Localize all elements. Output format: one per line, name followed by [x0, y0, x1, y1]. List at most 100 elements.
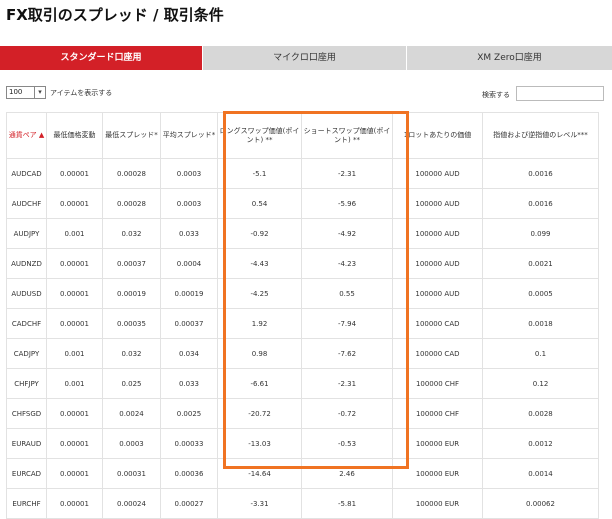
cell-avg-spread: 0.00036 — [160, 458, 218, 489]
table-row: AUDUSD 0.00001 0.00019 0.00019 -4.25 0.55 1000… — [6, 278, 599, 309]
cell-min-price-change: 0.001 — [46, 218, 103, 249]
cell-short-swap: -5.96 — [301, 188, 393, 219]
tab-micro-account[interactable]: マイクロ口座用 — [203, 46, 407, 70]
cell-long-swap: -13.03 — [217, 428, 302, 459]
cell-min-price-change: 0.001 — [46, 338, 103, 369]
table-row: AUDCHF 0.00001 0.00028 0.0003 0.54 -5.96 10000… — [6, 188, 599, 219]
cell-avg-spread: 0.0003 — [160, 188, 218, 219]
cell-avg-spread: 0.0003 — [160, 158, 218, 189]
column-header-short-swap[interactable]: ショートスワップ価値(ポイント) ** — [301, 112, 393, 159]
cell-long-swap: -4.43 — [217, 248, 302, 279]
search-input[interactable] — [516, 86, 604, 101]
cell-min-price-change: 0.00001 — [46, 398, 103, 429]
table-row: CHFSGD 0.00001 0.0024 0.0025 -20.72 -0.72 1000… — [6, 398, 599, 429]
cell-avg-spread: 0.034 — [160, 338, 218, 369]
cell-min-spread: 0.00028 — [102, 188, 161, 219]
cell-min-spread: 0.032 — [102, 218, 161, 249]
cell-avg-spread: 0.00033 — [160, 428, 218, 459]
cell-order-level: 0.12 — [482, 368, 599, 399]
column-header-long-swap[interactable]: ロングスワップ価値(ポイント) ** — [217, 112, 302, 159]
chevron-down-icon[interactable]: ▾ — [34, 87, 45, 98]
table-row: AUDCAD 0.00001 0.00028 0.0003 -5.1 -2.31 10000… — [6, 158, 599, 189]
column-header-lot-value[interactable]: 1ロットあたりの価値 — [392, 112, 483, 159]
cell-avg-spread: 0.00019 — [160, 278, 218, 309]
cell-short-swap: -7.94 — [301, 308, 393, 339]
page-title: FX取引のスプレッド / 取引条件 — [6, 6, 224, 24]
cell-lot-value: 100000 CHF — [392, 398, 483, 429]
cell-min-spread: 0.0024 — [102, 398, 161, 429]
cell-min-price-change: 0.00001 — [46, 158, 103, 189]
cell-currency-pair: AUDNZD — [6, 248, 47, 279]
cell-avg-spread: 0.0025 — [160, 398, 218, 429]
cell-order-level: 0.099 — [482, 218, 599, 249]
tab-standard-account[interactable]: スタンダード口座用 — [0, 46, 203, 70]
table-row: CADJPY 0.001 0.032 0.034 0.98 -7.62 100000 CAD… — [6, 338, 599, 369]
cell-min-spread: 0.00024 — [102, 488, 161, 519]
account-type-tabs: スタンダード口座用 マイクロ口座用 XM Zero口座用 — [0, 46, 612, 70]
cell-avg-spread: 0.033 — [160, 368, 218, 399]
table-row: EURAUD 0.00001 0.0003 0.00033 -13.03 -0.53 100… — [6, 428, 599, 459]
table-row: AUDJPY 0.001 0.032 0.033 -0.92 -4.92 100000 AU… — [6, 218, 599, 249]
cell-long-swap: 0.54 — [217, 188, 302, 219]
cell-lot-value: 100000 AUD — [392, 248, 483, 279]
cell-long-swap: -6.61 — [217, 368, 302, 399]
cell-currency-pair: EURCAD — [6, 458, 47, 489]
cell-min-price-change: 0.00001 — [46, 458, 103, 489]
column-header-avg-spread[interactable]: 平均スプレッド* — [160, 112, 218, 159]
cell-order-level: 0.0028 — [482, 398, 599, 429]
cell-min-price-change: 0.00001 — [46, 278, 103, 309]
cell-short-swap: -2.31 — [301, 158, 393, 189]
cell-order-level: 0.0005 — [482, 278, 599, 309]
cell-currency-pair: CADJPY — [6, 338, 47, 369]
cell-min-price-change: 0.00001 — [46, 188, 103, 219]
cell-short-swap: 2.46 — [301, 458, 393, 489]
cell-order-level: 0.0016 — [482, 158, 599, 189]
column-header-order-levels[interactable]: 指値および逆指値のレベル*** — [482, 112, 599, 159]
cell-avg-spread: 0.00027 — [160, 488, 218, 519]
table-row: AUDNZD 0.00001 0.00037 0.0004 -4.43 -4.23 1000… — [6, 248, 599, 279]
page-size-select[interactable]: 100 ▾ — [6, 86, 46, 99]
cell-lot-value: 100000 CAD — [392, 308, 483, 339]
cell-order-level: 0.0016 — [482, 188, 599, 219]
table-body: AUDCAD 0.00001 0.00028 0.0003 -5.1 -2.31 10000… — [6, 158, 599, 519]
cell-min-price-change: 0.00001 — [46, 248, 103, 279]
cell-order-level: 0.0021 — [482, 248, 599, 279]
cell-lot-value: 100000 EUR — [392, 488, 483, 519]
column-header-currency-pair[interactable]: 通貨ペア ▲ — [6, 112, 47, 159]
cell-currency-pair: CHFSGD — [6, 398, 47, 429]
cell-currency-pair: AUDUSD — [6, 278, 47, 309]
column-header-min-price-change[interactable]: 最低価格変動 — [46, 112, 103, 159]
cell-min-price-change: 0.00001 — [46, 488, 103, 519]
cell-currency-pair: AUDJPY — [6, 218, 47, 249]
tab-xm-zero-account[interactable]: XM Zero口座用 — [407, 46, 612, 70]
cell-currency-pair: AUDCAD — [6, 158, 47, 189]
cell-min-price-change: 0.00001 — [46, 428, 103, 459]
cell-short-swap: -5.81 — [301, 488, 393, 519]
cell-avg-spread: 0.00037 — [160, 308, 218, 339]
table-controls: 100 ▾ アイテムを表示する 検索する — [0, 84, 612, 102]
cell-long-swap: -0.92 — [217, 218, 302, 249]
cell-long-swap: -14.64 — [217, 458, 302, 489]
cell-short-swap: -0.72 — [301, 398, 393, 429]
cell-currency-pair: CADCHF — [6, 308, 47, 339]
cell-avg-spread: 0.0004 — [160, 248, 218, 279]
cell-long-swap: -4.25 — [217, 278, 302, 309]
cell-long-swap: 1.92 — [217, 308, 302, 339]
cell-order-level: 0.0014 — [482, 458, 599, 489]
column-header-min-spread[interactable]: 最低スプレッド* — [102, 112, 161, 159]
cell-order-level: 0.00062 — [482, 488, 599, 519]
cell-min-spread: 0.025 — [102, 368, 161, 399]
cell-min-spread: 0.032 — [102, 338, 161, 369]
search-label: 検索する — [482, 91, 510, 99]
table-row: CADCHF 0.00001 0.00035 0.00037 1.92 -7.94 1000… — [6, 308, 599, 339]
cell-order-level: 0.1 — [482, 338, 599, 369]
cell-short-swap: -2.31 — [301, 368, 393, 399]
cell-short-swap: -0.53 — [301, 428, 393, 459]
cell-min-spread: 0.00037 — [102, 248, 161, 279]
cell-lot-value: 100000 EUR — [392, 428, 483, 459]
cell-min-spread: 0.00019 — [102, 278, 161, 309]
table-row: CHFJPY 0.001 0.025 0.033 -6.61 -2.31 100000 CH… — [6, 368, 599, 399]
cell-lot-value: 100000 AUD — [392, 188, 483, 219]
cell-min-spread: 0.00031 — [102, 458, 161, 489]
cell-long-swap: 0.98 — [217, 338, 302, 369]
